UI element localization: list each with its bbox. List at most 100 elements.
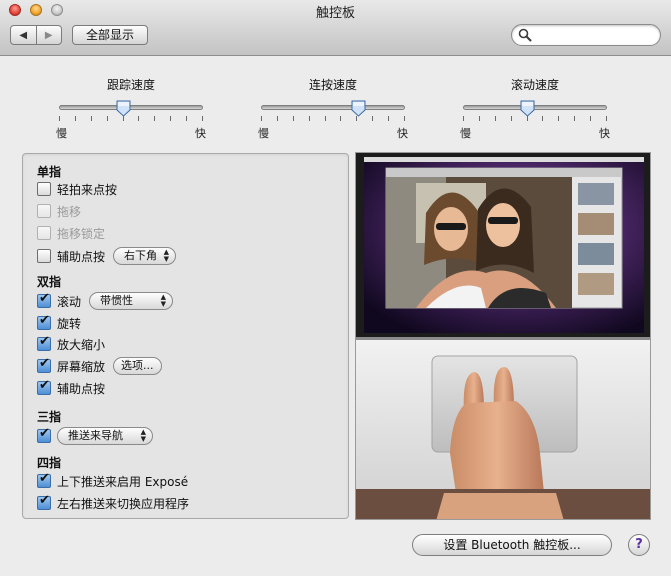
scroll-speed-min: 慢 (460, 127, 471, 140)
tracking-speed-ticks (59, 116, 203, 122)
slider-tick (292, 116, 294, 121)
three-finger-swipe-value: 推送来导航 (68, 429, 123, 442)
tap-to-click-checkbox[interactable] (37, 182, 51, 196)
forward-button[interactable]: ▶ (35, 26, 62, 44)
screen-zoom-checkbox[interactable] (37, 356, 51, 373)
three-finger-swipe-popup[interactable]: 推送来导航 ▲ ▼ (57, 427, 153, 445)
scroll-speed-group: 滚动速度 慢 快 (460, 76, 610, 140)
switch-apps-checkbox[interactable] (37, 493, 51, 510)
scroll-checkbox[interactable] (37, 291, 51, 308)
drag-lock-label: 拖移锁定 (57, 226, 106, 241)
one-finger-secondary-click-row[interactable]: 辅助点按 右下角 ▲ ▼ (37, 247, 177, 265)
three-fingers-title: 三指 (37, 410, 62, 424)
secondary-click-corner-popup[interactable]: 右下角 ▲ ▼ (113, 247, 177, 265)
scroll-momentum-value: 带惯性 (100, 294, 134, 307)
secondary-click-corner-value: 右下角 (124, 249, 158, 262)
scroll-momentum-popup[interactable]: 带惯性 ▲ ▼ (89, 292, 174, 310)
rotate-label: 旋转 (57, 316, 82, 331)
popup-arrows-icon: ▲ ▼ (140, 428, 146, 443)
slider-tick (324, 116, 326, 121)
pinch-zoom-label: 放大缩小 (57, 337, 106, 352)
switch-apps-row[interactable]: 左右推送来切换应用程序 (37, 493, 190, 512)
tracking-speed-min: 慢 (56, 127, 67, 140)
back-button[interactable]: ◀ (11, 26, 36, 44)
one-finger-title: 单指 (37, 165, 62, 179)
double-click-speed-label: 连按速度 (308, 78, 357, 92)
slider-tick (590, 116, 592, 121)
rotate-row[interactable]: 旋转 (37, 313, 82, 332)
tracking-speed-group: 跟踪速度 慢 快 (56, 76, 206, 140)
double-click-speed-ticks (261, 116, 405, 122)
gesture-options-panel: 单指 轻拍来点按 拖移 拖移锁定 辅助点按 右下角▲▼ 双指 滚动 带惯性▲▼ … (22, 153, 349, 519)
pinch-zoom-checkbox[interactable] (37, 334, 51, 351)
slider-tick (202, 116, 203, 121)
slider-tick (542, 116, 544, 121)
search-input[interactable] (534, 27, 654, 43)
four-fingers-title: 四指 (37, 456, 62, 470)
window-title: 触控板 (315, 6, 355, 21)
screen-zoom-label: 屏幕缩放 (57, 359, 106, 374)
search-icon (518, 28, 532, 42)
scroll-row[interactable]: 滚动 带惯性 ▲▼ (37, 291, 174, 310)
tap-to-click-label: 轻拍来点按 (57, 182, 118, 197)
double-click-speed-min: 慢 (258, 127, 269, 140)
slider-tick (122, 116, 124, 121)
slider-tick (463, 116, 464, 121)
slider-tick (59, 116, 60, 121)
two-finger-secondary-click-label: 辅助点按 (57, 381, 106, 396)
scroll-speed-ticks (463, 116, 607, 122)
scroll-speed-max: 快 (599, 127, 610, 140)
show-all-button[interactable]: 全部显示 (72, 25, 148, 45)
scroll-speed-slider[interactable] (463, 100, 607, 117)
tap-to-click-row[interactable]: 轻拍来点按 (37, 180, 117, 198)
three-finger-swipe-checkbox[interactable] (37, 426, 51, 443)
pinch-zoom-row[interactable]: 放大缩小 (37, 334, 106, 353)
slider-tick (404, 116, 405, 121)
tracking-speed-max: 快 (195, 127, 206, 140)
one-finger-secondary-click-checkbox[interactable] (37, 249, 51, 263)
gesture-preview-video (355, 152, 651, 520)
slider-tick (606, 116, 607, 121)
slider-tick (170, 116, 172, 121)
switch-apps-label: 左右推送来切换应用程序 (57, 496, 190, 511)
slider-tick (90, 116, 92, 121)
scroll-speed-knob[interactable] (520, 100, 535, 117)
double-click-speed-slider[interactable] (261, 100, 405, 117)
double-click-speed-max: 快 (397, 127, 408, 140)
slider-tick (388, 116, 390, 121)
slider-tick (276, 116, 278, 121)
help-button[interactable]: ? (628, 534, 650, 556)
gesture-preview-illustration (356, 153, 650, 519)
two-finger-secondary-click-row[interactable]: 辅助点按 (37, 378, 106, 397)
slider-tick (138, 116, 140, 121)
setup-bluetooth-trackpad-button[interactable]: 设置 Bluetooth 触控板... (412, 534, 612, 556)
slider-tick (356, 116, 358, 121)
dragging-label: 拖移 (57, 204, 82, 219)
tracking-speed-knob[interactable] (116, 100, 131, 117)
screen-zoom-options-button[interactable]: 选项... (113, 357, 162, 375)
drag-lock-checkbox (37, 226, 51, 240)
dragging-row: 拖移 (37, 202, 81, 220)
slider-tick (526, 116, 528, 121)
slider-tick (510, 116, 512, 121)
rotate-checkbox[interactable] (37, 313, 51, 330)
three-finger-swipe-row[interactable]: 推送来导航 ▲▼ (37, 426, 153, 445)
two-finger-secondary-click-checkbox[interactable] (37, 378, 51, 395)
expose-checkbox[interactable] (37, 471, 51, 488)
slider-tick (74, 116, 76, 121)
popup-arrows-icon: ▲ ▼ (163, 248, 170, 263)
search-field[interactable] (511, 24, 661, 46)
screen-zoom-row[interactable]: 屏幕缩放 选项... (37, 356, 162, 375)
slider-tick (494, 116, 496, 121)
double-click-speed-knob[interactable] (351, 100, 366, 117)
scroll-label: 滚动 (57, 294, 82, 309)
trackpad-preferences-window: 触控板 ◀ ▶ 全部显示 跟踪速度 慢快 连按速度 慢快 滚动速度 慢 快 单指… (0, 0, 671, 576)
slider-tick (478, 116, 480, 121)
expose-row[interactable]: 上下推送来启用 Exposé (37, 471, 188, 490)
tracking-speed-slider[interactable] (59, 100, 203, 117)
dragging-checkbox (37, 204, 51, 218)
tracking-speed-label: 跟踪速度 (106, 78, 155, 92)
help-icon: ? (635, 537, 643, 552)
slider-tick (106, 116, 108, 121)
slider-tick (372, 116, 374, 121)
